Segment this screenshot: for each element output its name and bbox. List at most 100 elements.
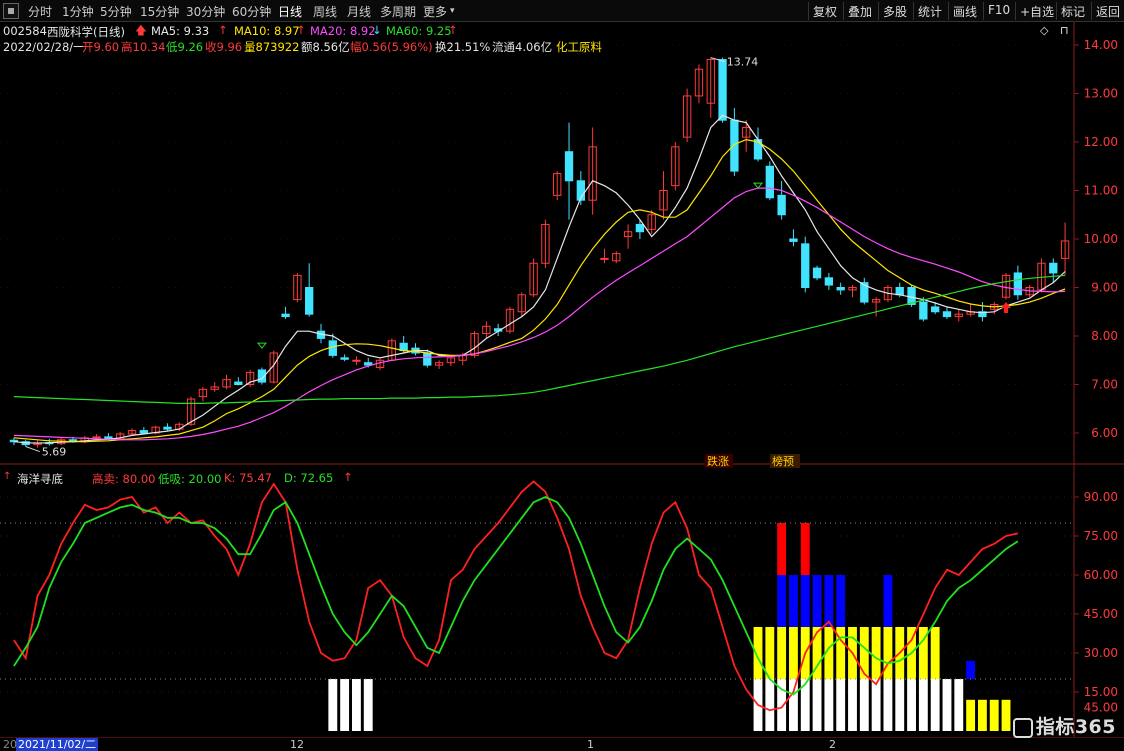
period-monthly[interactable]: 月线: [347, 3, 371, 20]
indicator-block: [883, 575, 893, 627]
signal-arrow-icon: [256, 342, 267, 349]
indicator-block: [918, 679, 928, 731]
indicator-tick-label: 90.00: [1084, 490, 1118, 504]
candle: [281, 306, 290, 320]
indicator-block: [942, 679, 952, 731]
candle: [305, 263, 314, 317]
x-tick-start: 20: [3, 738, 17, 751]
mark-button[interactable]: 标记: [1056, 2, 1089, 20]
more-chevron-icon[interactable]: ▾: [450, 6, 455, 16]
period-30min[interactable]: 30分钟: [186, 3, 225, 20]
price-tick-label: 9.00: [1091, 281, 1118, 295]
candle: [954, 309, 963, 322]
candle: [234, 377, 243, 386]
candle-body: [340, 357, 349, 360]
back-button[interactable]: 返回: [1091, 2, 1124, 20]
candle-body: [281, 313, 290, 318]
candle-body: [919, 301, 928, 320]
period-15min[interactable]: 15分钟: [140, 3, 179, 20]
candle-body: [895, 287, 904, 296]
candle-body: [777, 194, 786, 216]
candle-body: [163, 426, 172, 430]
candle: [1060, 222, 1070, 275]
candle-body: [635, 223, 645, 233]
signal-arrow-icon: [752, 182, 764, 189]
candle: [541, 219, 550, 269]
period-60min[interactable]: 60分钟: [232, 3, 271, 20]
menu-square-icon[interactable]: [3, 3, 19, 19]
price-tick-label: 10.00: [1084, 232, 1118, 246]
indicator-block: [340, 679, 350, 731]
tag-bangyu: 榜预: [772, 454, 794, 468]
price-tick-label: 7.00: [1091, 378, 1118, 392]
candle-body: [139, 430, 148, 434]
draw-line-button[interactable]: 画线: [948, 2, 981, 20]
indicator-block: [824, 575, 834, 627]
period-more[interactable]: 更多: [423, 3, 447, 20]
candle: [564, 122, 574, 220]
candle-body: [1013, 272, 1023, 296]
indicator-block: [789, 679, 798, 731]
overlay-button[interactable]: 叠加: [843, 2, 876, 20]
period-daily[interactable]: 日线: [278, 3, 302, 20]
indicator-block: [812, 679, 822, 731]
candle: [600, 248, 609, 264]
date-cursor-label: 2021/11/02/二: [16, 738, 99, 751]
candle-body: [801, 243, 810, 289]
candle: [1049, 258, 1058, 283]
f10-button[interactable]: F10: [983, 2, 1014, 20]
candle-body: [352, 359, 361, 362]
period-5min[interactable]: 5分钟: [100, 3, 132, 20]
candle: [269, 350, 278, 384]
candle: [659, 171, 668, 220]
indicator-block: [871, 627, 881, 679]
indicator-tick-label: 60.00: [1084, 568, 1118, 582]
candle: [1001, 272, 1011, 300]
indicator-tick-label: 75.00: [1084, 529, 1118, 543]
price-tick-label: 12.00: [1084, 135, 1118, 149]
candle-body: [765, 165, 774, 199]
indicator-block: [777, 523, 787, 575]
price-tick-label: 8.00: [1091, 329, 1118, 343]
price-tick-label: 13.00: [1084, 87, 1118, 101]
indicator-block: [895, 679, 905, 731]
candle-body: [305, 287, 314, 315]
candle: [163, 423, 172, 431]
multi-stock-button[interactable]: 多股: [878, 2, 911, 20]
x-tick-dec: 12: [290, 738, 304, 751]
add-favorite-button[interactable]: +自选: [1015, 2, 1058, 20]
period-multi[interactable]: 多周期: [380, 3, 416, 20]
candle-body: [92, 436, 101, 439]
restore-rights-button[interactable]: 复权: [808, 2, 841, 20]
candle: [139, 427, 148, 434]
candle: [198, 386, 208, 402]
period-weekly[interactable]: 周线: [313, 3, 337, 20]
candle: [777, 180, 786, 220]
indicator-block: [930, 679, 940, 731]
chart-canvas[interactable]: 6.00 7.00 8.00 9.00 10.00 11.00 12.00 13.00 14.0…: [0, 22, 1124, 737]
indicator-block: [848, 679, 857, 731]
min-price-label: 5.69: [42, 446, 67, 459]
indicator-block: [907, 679, 916, 731]
candle: [623, 224, 633, 249]
candle: [801, 236, 810, 293]
candle-body: [600, 257, 609, 260]
indicator-block: [800, 523, 810, 575]
candle-body: [812, 267, 822, 279]
period-1min[interactable]: 1分钟: [62, 3, 94, 20]
indicator-block: [800, 575, 810, 627]
indicator-block: [765, 679, 775, 731]
candle-body: [789, 238, 798, 242]
candle-body: [234, 381, 243, 386]
ma-line-ma20: [13, 187, 1066, 441]
indicator-tick-label: 45.00: [1084, 607, 1118, 621]
candle: [742, 120, 751, 152]
indicator-block: [836, 575, 846, 627]
statistics-button[interactable]: 统计: [913, 2, 946, 20]
period-fenshi[interactable]: 分时: [28, 3, 52, 20]
indicator-block: [859, 627, 869, 679]
indicator-block: [966, 699, 976, 731]
tag-dizhang: 跌涨: [707, 454, 729, 468]
candle-body: [718, 59, 727, 121]
candle-body: [942, 311, 952, 318]
